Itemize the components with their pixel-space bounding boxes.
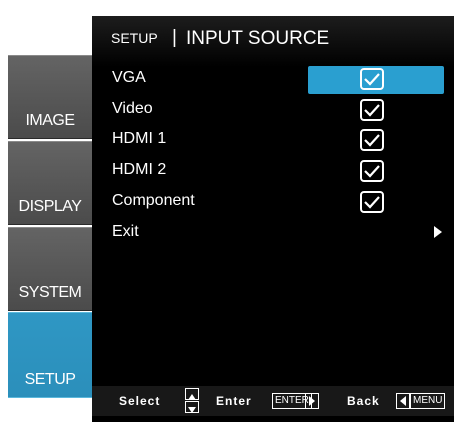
checkmark-icon: [364, 196, 380, 209]
menu-item-video[interactable]: Video: [92, 97, 454, 123]
menu-item-label: HDMI 1: [112, 130, 167, 147]
tab-image[interactable]: IMAGE: [8, 55, 92, 139]
title-bar: SETUP | INPUT SOURCE: [92, 16, 454, 67]
tab-display[interactable]: DISPLAY: [8, 141, 92, 225]
checkmark-icon: [364, 73, 380, 86]
tab-system-label: SYSTEM: [18, 284, 82, 301]
osd-panel: SETUP | INPUT SOURCE VGA Video HDMI 1 HD…: [92, 16, 454, 422]
help-bar: Select Enter ENTER Back MENU: [92, 386, 454, 416]
tab-system[interactable]: SYSTEM: [8, 227, 92, 311]
checkbox[interactable]: [360, 99, 384, 121]
tab-image-label: IMAGE: [25, 112, 75, 129]
arrow-right-icon: [305, 393, 319, 409]
checkbox[interactable]: [360, 68, 384, 90]
checkmark-icon: [364, 165, 380, 178]
checkbox[interactable]: [360, 129, 384, 151]
menu-item-vga[interactable]: VGA: [92, 66, 454, 94]
menu-item-label: Component: [112, 192, 195, 209]
tab-display-label: DISPLAY: [18, 198, 82, 215]
up-down-icon: [185, 388, 199, 414]
tab-setup[interactable]: SETUP: [8, 312, 92, 398]
checkbox[interactable]: [360, 160, 384, 182]
menu-item-label: Exit: [112, 223, 139, 240]
arrow-left-icon: [396, 393, 410, 409]
menu-item-label: Video: [112, 100, 153, 117]
checkbox[interactable]: [360, 191, 384, 213]
menu-item-hdmi1[interactable]: HDMI 1: [92, 127, 454, 153]
enter-hint: Enter: [216, 394, 252, 408]
menu-key: MENU: [410, 393, 446, 409]
breadcrumb-separator: |: [172, 27, 177, 48]
tab-setup-label: SETUP: [24, 371, 76, 388]
checkmark-icon: [364, 134, 380, 147]
select-hint: Select: [119, 394, 161, 408]
back-hint: Back: [347, 394, 380, 408]
breadcrumb-section: SETUP: [111, 30, 158, 46]
checkmark-icon: [364, 104, 380, 117]
menu-item-component[interactable]: Component: [92, 189, 454, 215]
menu-item-label: HDMI 2: [112, 161, 167, 178]
menu-item-label: VGA: [112, 69, 146, 86]
menu-item-hdmi2[interactable]: HDMI 2: [92, 158, 454, 184]
arrow-right-icon: [434, 226, 442, 238]
menu-item-exit[interactable]: Exit: [92, 220, 454, 246]
page-title: INPUT SOURCE: [186, 28, 330, 49]
